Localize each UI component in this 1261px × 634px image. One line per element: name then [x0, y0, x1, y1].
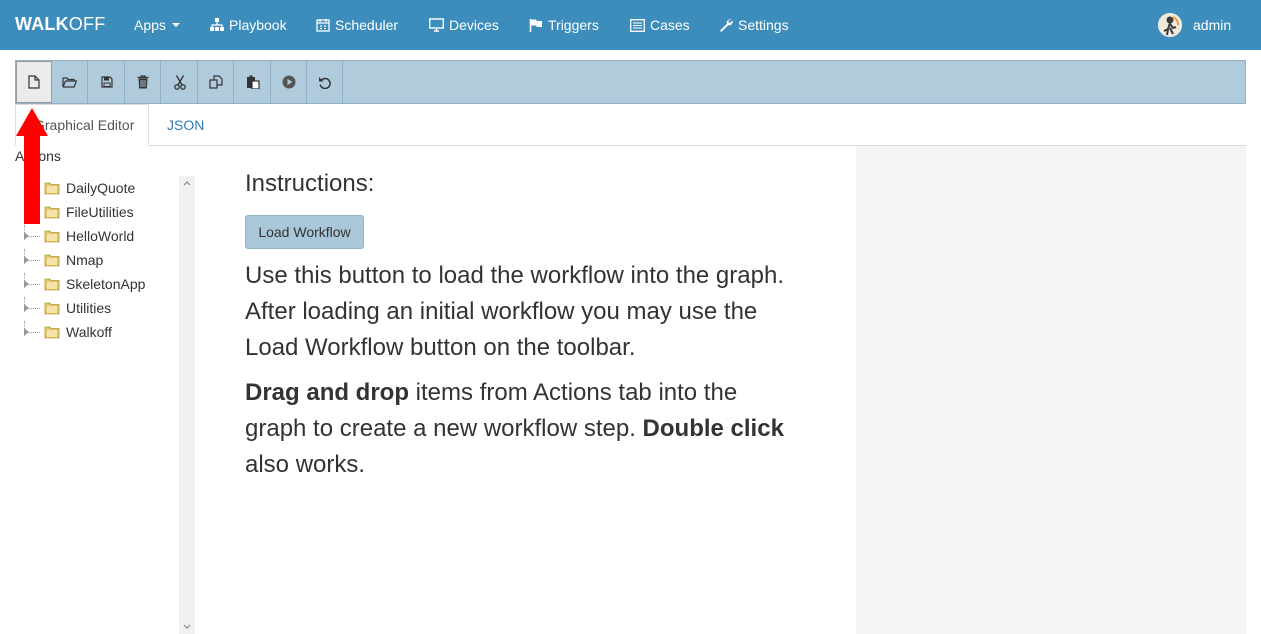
folder-icon [44, 326, 60, 339]
avatar[interactable] [1158, 13, 1182, 37]
nav-triggers-label: Triggers [548, 17, 599, 33]
brand-part2: OFF [68, 14, 106, 34]
copy-icon [208, 75, 223, 89]
expand-arrow-icon[interactable] [24, 256, 29, 264]
tree-branch-line [24, 249, 40, 264]
nav-scheduler-label: Scheduler [335, 17, 399, 33]
tree-item-label: SkeletonApp [66, 276, 146, 292]
folder-icon [44, 230, 60, 243]
nav-scheduler[interactable]: Scheduler [316, 0, 398, 50]
nav-triggers[interactable]: Triggers [529, 0, 599, 50]
cut-icon [173, 74, 186, 90]
nav-cases[interactable]: Cases [630, 0, 690, 50]
tree-item-label: Nmap [66, 252, 104, 268]
emphasis-drag-drop: Drag and drop [245, 379, 410, 406]
chevron-down-icon[interactable] [183, 623, 191, 631]
folder-icon [44, 278, 60, 291]
paste-button[interactable] [235, 61, 271, 103]
expand-arrow-icon[interactable] [24, 328, 29, 336]
nav-cases-label: Cases [650, 17, 690, 33]
delete-icon [137, 75, 148, 89]
expand-arrow-icon[interactable] [24, 280, 29, 288]
open-button[interactable] [52, 61, 88, 103]
undo-button[interactable] [307, 61, 343, 103]
open-folder-icon [62, 76, 77, 88]
tree-item-label: FileUtilities [66, 204, 134, 220]
tree-item-skeletonapp[interactable]: SkeletonApp [24, 272, 145, 296]
top-navbar: WALKOFF Apps Playbook Scheduler Devices … [0, 0, 1261, 50]
para2-text-2: also works. [245, 451, 366, 478]
actions-scrollbar[interactable] [179, 176, 195, 634]
nav-playbook-label: Playbook [229, 17, 287, 33]
tree-item-label: Utilities [66, 300, 112, 316]
new-file-icon [28, 75, 40, 89]
instructions-paragraph-2: Drag and drop items from Actions tab int… [245, 375, 805, 483]
tree-item-walkoff[interactable]: Walkoff [24, 320, 112, 344]
editor-toolbar [15, 60, 1246, 104]
calendar-icon [316, 19, 330, 32]
annotation-arrow-icon [16, 108, 48, 224]
load-workflow-button[interactable]: Load Workflow [245, 215, 364, 249]
folder-icon [44, 254, 60, 267]
tree-branch-line [24, 321, 40, 336]
chevron-up-icon[interactable] [183, 179, 191, 187]
sitemap-icon [210, 18, 224, 31]
expand-arrow-icon[interactable] [24, 232, 29, 240]
delete-button[interactable] [125, 61, 161, 103]
instructions-paragraph-1: Use this button to load the workflow int… [245, 262, 784, 361]
tree-branch-line [24, 297, 40, 312]
nav-settings[interactable]: Settings [719, 0, 789, 50]
play-icon [282, 75, 295, 89]
user-avatar-icon [1158, 13, 1182, 37]
tab-json[interactable]: JSON [167, 104, 204, 146]
cut-button[interactable] [162, 61, 198, 103]
chevron-down-icon [171, 23, 180, 27]
user-name[interactable]: admin [1193, 17, 1231, 33]
tree-item-helloworld[interactable]: HelloWorld [24, 224, 134, 248]
nav-devices[interactable]: Devices [429, 0, 499, 50]
list-icon [630, 18, 645, 32]
tree-item-nmap[interactable]: Nmap [24, 248, 103, 272]
folder-icon [44, 302, 60, 315]
save-icon [100, 76, 113, 88]
nav-apps[interactable]: Apps [134, 0, 180, 50]
nav-devices-label: Devices [449, 17, 499, 33]
wrench-icon [720, 19, 733, 32]
instructions-title: Instructions: [245, 170, 375, 197]
paste-icon [246, 75, 260, 89]
nav-settings-label: Settings [738, 17, 789, 33]
tree-item-label: Walkoff [66, 324, 112, 340]
undo-icon [319, 76, 331, 89]
new-file-button[interactable] [16, 61, 52, 103]
tab-json-label: JSON [167, 117, 205, 133]
tree-item-label: DailyQuote [66, 180, 136, 196]
graph-canvas[interactable] [856, 146, 1246, 634]
tree-branch-line [24, 225, 40, 240]
nav-playbook[interactable]: Playbook [210, 0, 287, 50]
tree-item-label: HelloWorld [66, 228, 135, 244]
tree-branch-line [24, 273, 40, 288]
tree-item-utilities[interactable]: Utilities [24, 296, 111, 320]
save-button[interactable] [89, 61, 125, 103]
monitor-icon [429, 18, 444, 32]
nav-apps-label: Apps [134, 17, 166, 33]
execute-button[interactable] [271, 61, 307, 103]
flag-icon [529, 19, 542, 32]
copy-button[interactable] [198, 61, 234, 103]
brand-logo[interactable]: WALKOFF [15, 14, 105, 35]
emphasis-double-click: Double click [642, 415, 784, 442]
brand-part1: WALK [15, 14, 69, 34]
expand-arrow-icon[interactable] [24, 304, 29, 312]
